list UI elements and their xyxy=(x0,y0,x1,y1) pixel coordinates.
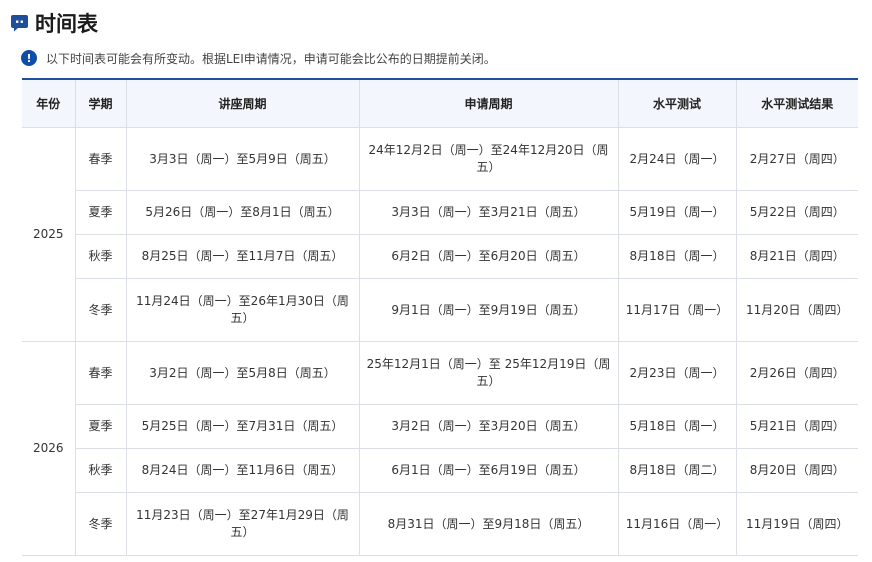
test-result-cell: 2月26日（周四） xyxy=(735,341,858,405)
term-cell: 秋季 xyxy=(74,448,126,493)
column-header-lecture-period: 讲座周期 xyxy=(125,78,359,128)
lecture-period-cell: 3月3日（周一）至5月9日（周五） xyxy=(125,127,359,191)
table-row: 冬季 11月24日（周一）至26年1月30日（周五） 9月1日（周一）至9月19… xyxy=(22,278,858,342)
page-title: 时间表 xyxy=(35,12,98,36)
column-header-test-result: 水平测试结果 xyxy=(735,78,858,128)
lecture-period-cell: 5月26日（周一）至8月1日（周五） xyxy=(125,190,359,235)
term-cell: 秋季 xyxy=(74,234,126,279)
schedule-table: 年份 学期 讲座周期 申请周期 水平测试 水平测试结果 2025 春季 3月3日… xyxy=(22,78,858,556)
page-header: 时间表 xyxy=(10,6,98,40)
exclamation-icon: ! xyxy=(21,50,37,66)
application-period-cell: 3月3日（周一）至3月21日（周五） xyxy=(358,190,618,235)
test-result-cell: 5月22日（周四） xyxy=(735,190,858,235)
application-period-cell: 3月2日（周一）至3月20日（周五） xyxy=(358,404,618,449)
application-period-cell: 6月1日（周一）至6月19日（周五） xyxy=(358,448,618,493)
term-cell: 春季 xyxy=(74,127,126,191)
application-period-cell: 25年12月1日（周一）至 25年12月19日（周五） xyxy=(358,341,618,405)
lecture-period-cell: 8月24日（周一）至11月6日（周五） xyxy=(125,448,359,493)
speech-bubble-icon xyxy=(10,14,29,33)
placement-test-cell: 11月17日（周一） xyxy=(617,278,736,342)
placement-test-cell: 8月18日（周一） xyxy=(617,234,736,279)
test-result-cell: 11月19日（周四） xyxy=(735,492,858,556)
test-result-cell: 8月21日（周四） xyxy=(735,234,858,279)
application-period-cell: 8月31日（周一）至9月18日（周五） xyxy=(358,492,618,556)
placement-test-cell: 2月24日（周一） xyxy=(617,127,736,191)
test-result-cell: 2月27日（周四） xyxy=(735,127,858,191)
year-cell: 2026 xyxy=(22,341,75,556)
lecture-period-cell: 11月23日（周一）至27年1月29日（周五） xyxy=(125,492,359,556)
application-period-cell: 24年12月2日（周一）至24年12月20日（周五） xyxy=(358,127,618,191)
term-cell: 夏季 xyxy=(74,190,126,235)
lecture-period-cell: 11月24日（周一）至26年1月30日（周五） xyxy=(125,278,359,342)
application-period-cell: 9月1日（周一）至9月19日（周五） xyxy=(358,278,618,342)
term-cell: 夏季 xyxy=(74,404,126,449)
year-cell: 2025 xyxy=(22,127,75,342)
table-row: 冬季 11月23日（周一）至27年1月29日（周五） 8月31日（周一）至9月1… xyxy=(22,492,858,556)
placement-test-cell: 11月16日（周一） xyxy=(617,492,736,556)
column-header-application-period: 申请周期 xyxy=(358,78,618,128)
term-cell: 冬季 xyxy=(74,492,126,556)
table-row: 夏季 5月26日（周一）至8月1日（周五） 3月3日（周一）至3月21日（周五）… xyxy=(22,190,858,235)
table-row: 夏季 5月25日（周一）至7月31日（周五） 3月2日（周一）至3月20日（周五… xyxy=(22,404,858,449)
table-row: 2025 春季 3月3日（周一）至5月9日（周五） 24年12月2日（周一）至2… xyxy=(22,127,858,342)
placement-test-cell: 5月19日（周一） xyxy=(617,190,736,235)
table-header-row: 年份 学期 讲座周期 申请周期 水平测试 水平测试结果 xyxy=(22,78,858,128)
notice: ! 以下时间表可能会有所变动。根据LEI申请情况，申请可能会比公布的日期提前关闭… xyxy=(21,49,496,67)
table-row: 2026 春季 3月2日（周一）至5月8日（周五） 25年12月1日（周一）至 … xyxy=(22,341,858,556)
term-cell: 冬季 xyxy=(74,278,126,342)
placement-test-cell: 5月18日（周一） xyxy=(617,404,736,449)
test-result-cell: 11月20日（周四） xyxy=(735,278,858,342)
column-header-placement-test: 水平测试 xyxy=(617,78,736,128)
lecture-period-cell: 5月25日（周一）至7月31日（周五） xyxy=(125,404,359,449)
test-result-cell: 5月21日（周四） xyxy=(735,404,858,449)
application-period-cell: 6月2日（周一）至6月20日（周五） xyxy=(358,234,618,279)
placement-test-cell: 2月23日（周一） xyxy=(617,341,736,405)
placement-test-cell: 8月18日（周二） xyxy=(617,448,736,493)
table-row: 秋季 8月24日（周一）至11月6日（周五） 6月1日（周一）至6月19日（周五… xyxy=(22,448,858,493)
column-header-year: 年份 xyxy=(22,78,75,128)
lecture-period-cell: 8月25日（周一）至11月7日（周五） xyxy=(125,234,359,279)
notice-text: 以下时间表可能会有所变动。根据LEI申请情况，申请可能会比公布的日期提前关闭。 xyxy=(46,51,496,66)
test-result-cell: 8月20日（周四） xyxy=(735,448,858,493)
lecture-period-cell: 3月2日（周一）至5月8日（周五） xyxy=(125,341,359,405)
term-cell: 春季 xyxy=(74,341,126,405)
column-header-term: 学期 xyxy=(74,78,126,128)
table-row: 秋季 8月25日（周一）至11月7日（周五） 6月2日（周一）至6月20日（周五… xyxy=(22,234,858,279)
